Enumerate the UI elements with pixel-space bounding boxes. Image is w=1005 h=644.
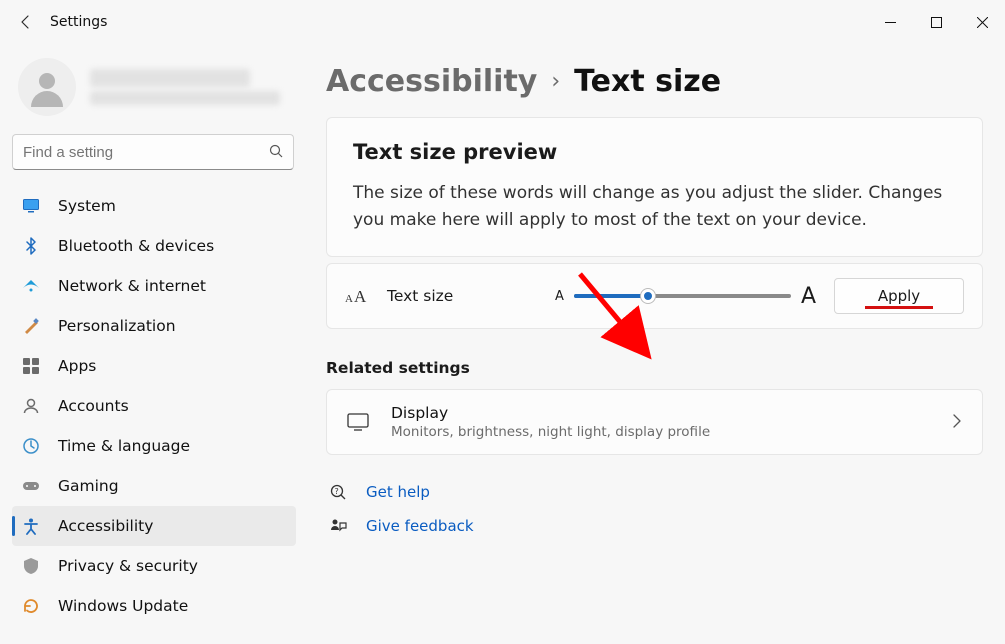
nav-item-system[interactable]: System (12, 186, 296, 226)
accessibility-icon (22, 517, 40, 535)
profile-email-redacted (90, 91, 280, 105)
annotation-underline (865, 306, 933, 309)
nav-item-privacy[interactable]: Privacy & security (12, 546, 296, 586)
related-display-text: Display Monitors, brightness, night ligh… (391, 404, 930, 440)
apply-button-label: Apply (878, 287, 920, 305)
slider-max-label: A (801, 284, 816, 309)
nav-item-label: Network & internet (58, 277, 206, 295)
update-icon (22, 597, 40, 615)
text-size-label: Text size (387, 287, 537, 305)
nav-item-label: Accounts (58, 397, 129, 415)
gamepad-icon (22, 477, 40, 495)
slider-thumb[interactable] (641, 289, 655, 303)
shield-icon (22, 557, 40, 575)
monitor-icon (22, 197, 40, 215)
nav-item-label: Accessibility (58, 517, 153, 535)
related-display-subtitle: Monitors, brightness, night light, displ… (391, 424, 930, 440)
svg-text:?: ? (335, 487, 339, 496)
give-feedback-label[interactable]: Give feedback (366, 517, 474, 535)
display-icon (347, 413, 369, 431)
feedback-icon (328, 517, 348, 535)
nav-item-bluetooth[interactable]: Bluetooth & devices (12, 226, 296, 266)
help-icon: ? (328, 483, 348, 501)
nav-item-personalization[interactable]: Personalization (12, 306, 296, 346)
caption-controls (867, 6, 1005, 38)
sidebar: System Bluetooth & devices Network & int… (0, 44, 308, 644)
preview-title: Text size preview (353, 140, 956, 164)
search-input[interactable] (23, 144, 269, 161)
close-button[interactable] (959, 6, 1005, 38)
text-size-control-row: AA Text size A A Apply (326, 263, 983, 329)
footer-links: ? Get help Give feedback (326, 483, 983, 535)
search-icon (269, 143, 283, 162)
person-icon (22, 397, 40, 415)
nav-item-label: Personalization (58, 317, 176, 335)
preview-body: The size of these words will change as y… (353, 180, 956, 234)
profile-block[interactable] (12, 54, 296, 134)
related-settings-heading: Related settings (326, 359, 983, 377)
chevron-right-icon: › (551, 69, 560, 94)
back-button[interactable] (18, 14, 34, 30)
apps-icon (22, 357, 40, 375)
nav-item-label: Apps (58, 357, 96, 375)
profile-name-redacted (90, 69, 250, 87)
text-size-preview-card: Text size preview The size of these word… (326, 117, 983, 257)
nav-item-label: Bluetooth & devices (58, 237, 214, 255)
paintbrush-icon (22, 317, 40, 335)
nav-item-label: Privacy & security (58, 557, 198, 575)
text-size-icon: AA (345, 286, 369, 306)
breadcrumb-category[interactable]: Accessibility (326, 64, 537, 99)
text-size-slider[interactable] (574, 286, 791, 306)
nav-item-windows-update[interactable]: Windows Update (12, 586, 296, 626)
related-display-title: Display (391, 404, 930, 422)
svg-text:A: A (345, 293, 353, 305)
nav-list: System Bluetooth & devices Network & int… (12, 186, 296, 626)
nav-item-apps[interactable]: Apps (12, 346, 296, 386)
globe-clock-icon (22, 437, 40, 455)
maximize-button[interactable] (913, 6, 959, 38)
apply-button[interactable]: Apply (834, 278, 964, 314)
nav-item-network[interactable]: Network & internet (12, 266, 296, 306)
breadcrumb-current: Text size (574, 64, 721, 99)
nav-item-gaming[interactable]: Gaming (12, 466, 296, 506)
profile-text (90, 69, 280, 105)
get-help-label[interactable]: Get help (366, 483, 430, 501)
nav-item-label: System (58, 197, 116, 215)
wifi-icon (22, 277, 40, 295)
chevron-right-icon (952, 413, 962, 432)
breadcrumb: Accessibility › Text size (326, 64, 983, 99)
nav-item-label: Time & language (58, 437, 190, 455)
main-content: Accessibility › Text size Text size prev… (308, 44, 1005, 644)
nav-item-accounts[interactable]: Accounts (12, 386, 296, 426)
slider-track-fill (574, 294, 648, 298)
get-help-link[interactable]: ? Get help (328, 483, 983, 501)
bluetooth-icon (22, 237, 40, 255)
avatar (18, 58, 76, 116)
give-feedback-link[interactable]: Give feedback (328, 517, 983, 535)
text-size-slider-wrap: A A (555, 284, 816, 309)
titlebar: Settings (0, 0, 1005, 44)
nav-item-label: Windows Update (58, 597, 188, 615)
minimize-button[interactable] (867, 6, 913, 38)
related-display-item[interactable]: Display Monitors, brightness, night ligh… (326, 389, 983, 455)
nav-item-label: Gaming (58, 477, 119, 495)
nav-item-time-language[interactable]: Time & language (12, 426, 296, 466)
search-box[interactable] (12, 134, 294, 170)
nav-item-accessibility[interactable]: Accessibility (12, 506, 296, 546)
svg-text:A: A (354, 287, 367, 306)
slider-min-label: A (555, 289, 564, 304)
app-title: Settings (50, 14, 107, 30)
